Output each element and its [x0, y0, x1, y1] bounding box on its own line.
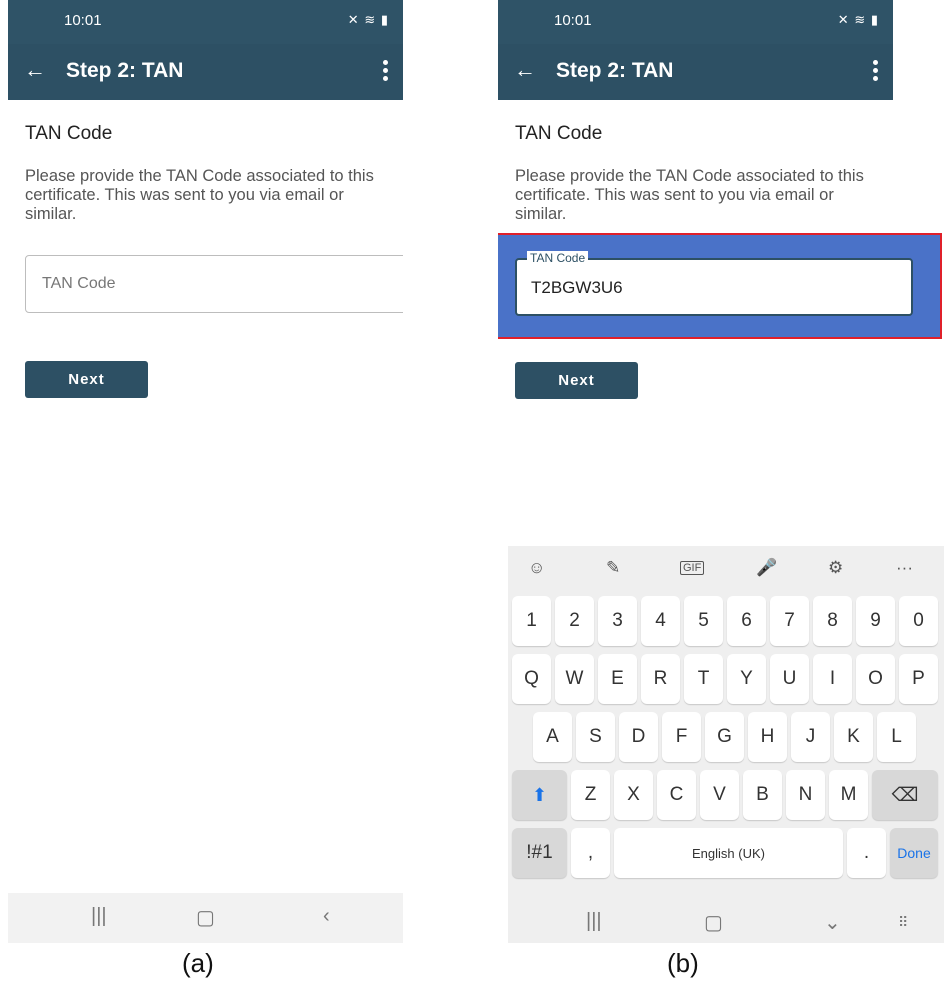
status-bar: 10:01 ✕ ≋ ▮	[8, 0, 403, 44]
screen-b: 10:01 ✕ ≋ ▮ ← Step 2: TAN TAN Code Pleas…	[498, 0, 944, 943]
key-d[interactable]: D	[619, 712, 658, 762]
system-nav-bar: ||| ▢ ‹	[8, 893, 403, 943]
key-6[interactable]: 6	[727, 596, 766, 646]
instructions-text: Please provide the TAN Code associated t…	[515, 167, 864, 223]
mute-icon: ✕	[347, 12, 360, 27]
mute-icon: ✕	[837, 12, 850, 27]
next-button[interactable]: Next	[515, 362, 638, 399]
key-a[interactable]: A	[533, 712, 572, 762]
key-o[interactable]: O	[856, 654, 895, 704]
back-nav-icon[interactable]: ‹	[323, 905, 330, 928]
tan-code-field[interactable]	[25, 255, 403, 313]
status-icons: ✕ ≋ ▮	[348, 12, 389, 28]
home-icon[interactable]: ▢	[704, 910, 723, 935]
key-s[interactable]: S	[576, 712, 615, 762]
key-c[interactable]: C	[657, 770, 696, 820]
key-9[interactable]: 9	[856, 596, 895, 646]
key-3[interactable]: 3	[598, 596, 637, 646]
on-screen-keyboard: ☺ ✎ GIF 🎤 ⚙ ··· 1 2 3 4 5 6 7 8 9 0 Q W …	[508, 546, 944, 943]
key-7[interactable]: 7	[770, 596, 809, 646]
backspace-icon: ⌫	[891, 784, 919, 806]
key-m[interactable]: M	[829, 770, 868, 820]
gif-icon[interactable]: GIF	[680, 561, 705, 575]
back-arrow-icon[interactable]: ←	[514, 58, 536, 82]
tan-code-field-focused[interactable]: TAN Code	[515, 251, 913, 316]
home-icon[interactable]: ▢	[196, 905, 215, 930]
done-key[interactable]: Done	[890, 828, 938, 878]
status-time: 10:01	[64, 12, 102, 29]
key-p[interactable]: P	[899, 654, 938, 704]
key-0[interactable]: 0	[899, 596, 938, 646]
recent-apps-icon[interactable]: |||	[91, 905, 107, 928]
sticker-icon[interactable]: ✎	[606, 558, 620, 578]
key-2[interactable]: 2	[555, 596, 594, 646]
instructions-text: Please provide the TAN Code associated t…	[25, 167, 374, 223]
floating-label: TAN Code	[527, 251, 589, 265]
key-y[interactable]: Y	[727, 654, 766, 704]
key-f[interactable]: F	[662, 712, 701, 762]
key-i[interactable]: I	[813, 654, 852, 704]
caption-a: (a)	[182, 948, 214, 978]
next-button[interactable]: Next	[25, 361, 148, 398]
keyboard-switch-icon[interactable]: ⠿	[898, 914, 908, 931]
key-r[interactable]: R	[641, 654, 680, 704]
key-k[interactable]: K	[834, 712, 873, 762]
key-j[interactable]: J	[791, 712, 830, 762]
screen-a: 10:01 ✕ ≋ ▮ ← Step 2: TAN TAN Code Pleas…	[8, 0, 403, 943]
space-bar[interactable]: English (UK)	[614, 828, 843, 878]
app-bar: ← Step 2: TAN	[498, 44, 893, 100]
settings-gear-icon[interactable]: ⚙	[828, 558, 843, 578]
key-v[interactable]: V	[700, 770, 739, 820]
recent-apps-icon[interactable]: |||	[586, 910, 602, 933]
key-l[interactable]: L	[877, 712, 916, 762]
more-options-icon[interactable]	[867, 58, 883, 84]
microphone-icon[interactable]: 🎤	[756, 558, 777, 578]
page-title: Step 2: TAN	[66, 59, 184, 82]
more-icon[interactable]: ···	[896, 558, 913, 578]
key-w[interactable]: W	[555, 654, 594, 704]
more-options-icon[interactable]	[377, 58, 393, 84]
hide-keyboard-icon[interactable]: ⌄	[824, 910, 841, 935]
key-5[interactable]: 5	[684, 596, 723, 646]
shift-key[interactable]: ⬆	[512, 770, 567, 820]
key-b[interactable]: B	[743, 770, 782, 820]
key-n[interactable]: N	[786, 770, 825, 820]
key-u[interactable]: U	[770, 654, 809, 704]
period-key[interactable]: .	[847, 828, 886, 878]
status-icons: ✕ ≋ ▮	[838, 12, 879, 28]
key-g[interactable]: G	[705, 712, 744, 762]
key-1[interactable]: 1	[512, 596, 551, 646]
key-8[interactable]: 8	[813, 596, 852, 646]
comma-key[interactable]: ,	[571, 828, 610, 878]
key-t[interactable]: T	[684, 654, 723, 704]
battery-icon: ▮	[870, 12, 879, 27]
key-4[interactable]: 4	[641, 596, 680, 646]
status-bar: 10:01 ✕ ≋ ▮	[498, 0, 893, 44]
back-arrow-icon[interactable]: ←	[24, 58, 46, 82]
backspace-key[interactable]: ⌫	[872, 770, 938, 820]
key-h[interactable]: H	[748, 712, 787, 762]
wifi-icon: ≋	[854, 12, 867, 27]
shift-arrow-icon: ⬆	[531, 784, 548, 805]
caption-b: (b)	[667, 948, 699, 978]
status-time: 10:01	[554, 12, 592, 29]
app-bar: ← Step 2: TAN	[8, 44, 403, 100]
tan-code-input[interactable]	[529, 277, 893, 299]
emoji-icon[interactable]: ☺	[528, 558, 545, 578]
keyboard-toolbar: ☺ ✎ GIF 🎤 ⚙ ···	[508, 546, 944, 590]
key-e[interactable]: E	[598, 654, 637, 704]
key-q[interactable]: Q	[512, 654, 551, 704]
system-nav-bar: ||| ▢ ⌄ ⠿	[508, 898, 944, 943]
key-x[interactable]: X	[614, 770, 653, 820]
page-title: Step 2: TAN	[556, 59, 674, 82]
section-title: TAN Code	[515, 123, 603, 144]
tan-code-input[interactable]	[40, 274, 394, 294]
symbols-key[interactable]: !#1	[512, 828, 567, 878]
section-title: TAN Code	[25, 123, 113, 144]
wifi-icon: ≋	[364, 12, 377, 27]
battery-icon: ▮	[380, 12, 389, 27]
key-z[interactable]: Z	[571, 770, 610, 820]
